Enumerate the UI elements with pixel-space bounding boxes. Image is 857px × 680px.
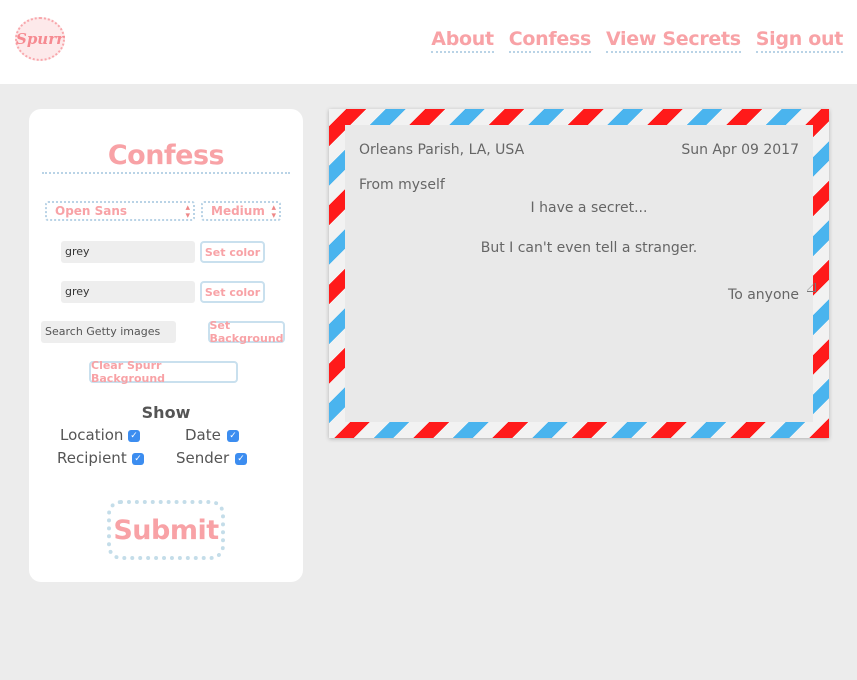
date-checkbox[interactable]: ✓: [227, 430, 239, 442]
main-nav: About Confess View Secrets Sign out: [431, 28, 843, 53]
confess-panel: Confess Open Sans ▴ ▾ Medium ▴ ▾ grey Set …: [29, 109, 303, 582]
nav-sign-out-link[interactable]: Sign out: [755, 28, 843, 53]
font-select[interactable]: Open Sans ▴ ▾: [45, 201, 195, 221]
background-color-input[interactable]: grey: [61, 281, 195, 303]
sender-text: From myself: [359, 177, 445, 193]
clear-background-button[interactable]: Clear Spurr Background: [89, 359, 238, 385]
sender-checkbox[interactable]: ✓: [235, 453, 247, 465]
nav-about-link[interactable]: About: [431, 28, 494, 53]
location-checkbox[interactable]: ✓: [128, 430, 140, 442]
recipient-label: Recipient: [57, 449, 127, 467]
location-text: Orleans Parish, LA, USA: [359, 142, 525, 158]
size-select-value: Medium: [211, 204, 265, 218]
envelope-preview: Orleans Parish, LA, USA Sun Apr 09 2017 …: [329, 109, 829, 438]
location-label: Location: [60, 426, 124, 444]
submit-button[interactable]: Submit: [107, 500, 225, 560]
top-bar: Spurr About Confess View Secrets Sign ou…: [0, 0, 857, 84]
message-line-2: But I can't even tell a stranger.: [480, 240, 698, 256]
recipient-text: To anyone: [728, 287, 799, 303]
select-arrows-icon: ▴ ▾: [185, 203, 190, 221]
date-text: Sun Apr 09 2017: [681, 142, 799, 158]
spurr-logo[interactable]: Spurr: [15, 17, 65, 61]
set-text-color-button[interactable]: Set color: [200, 241, 265, 263]
size-select[interactable]: Medium ▴ ▾: [201, 201, 281, 221]
message-textarea[interactable]: I have a secret... But I can't even tell…: [359, 195, 819, 295]
select-arrows-icon: ▴ ▾: [271, 203, 276, 221]
getty-search-input[interactable]: Search Getty images: [41, 321, 176, 343]
set-background-button[interactable]: Set Background: [208, 319, 285, 345]
message-line-1: I have a secret...: [530, 200, 648, 216]
panel-title: Confess: [42, 140, 290, 174]
sender-label: Sender: [176, 449, 230, 467]
show-heading: Show: [141, 403, 191, 422]
nav-confess-link[interactable]: Confess: [508, 28, 591, 53]
date-label: Date: [185, 426, 221, 444]
set-background-color-button[interactable]: Set color: [200, 281, 265, 303]
font-select-value: Open Sans: [55, 204, 128, 218]
recipient-checkbox[interactable]: ✓: [132, 453, 144, 465]
nav-view-secrets-link[interactable]: View Secrets: [605, 28, 741, 53]
textarea-resize-handle[interactable]: [807, 283, 816, 292]
envelope-body: Orleans Parish, LA, USA Sun Apr 09 2017 …: [345, 125, 816, 422]
text-color-input[interactable]: grey: [61, 241, 195, 263]
